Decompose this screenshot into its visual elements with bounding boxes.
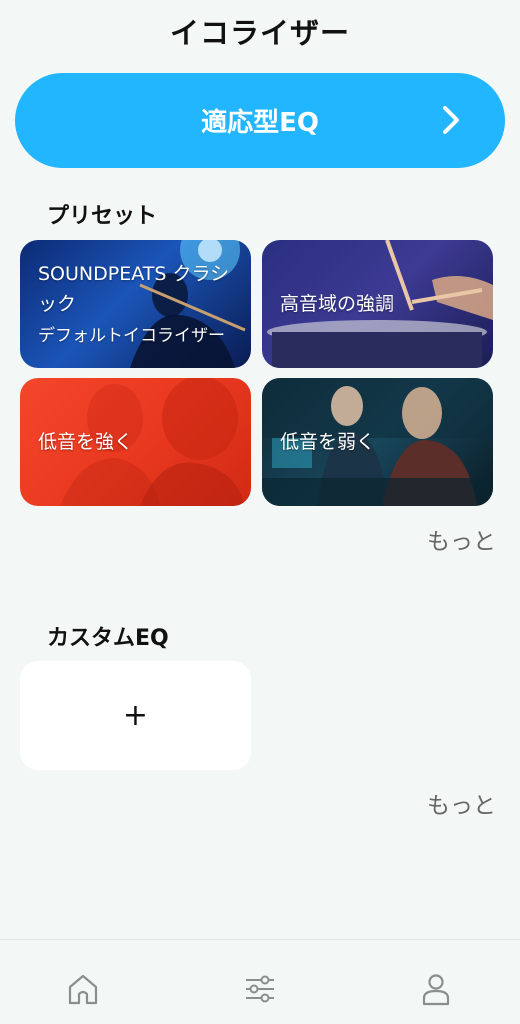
- presets-title: プリセット: [47, 204, 158, 229]
- preset-card-classic[interactable]: SOUNDPEATS クラシ ック デフォルトイコライザー: [20, 240, 251, 368]
- equalizer-icon[interactable]: [243, 972, 277, 1006]
- home-icon[interactable]: [66, 972, 100, 1006]
- preset-card-label: 低音を弱く: [280, 431, 376, 453]
- plus-icon: +: [122, 698, 149, 733]
- preset-card-label: 高音域の強調: [280, 293, 395, 315]
- preset-card-line: ック: [38, 293, 77, 315]
- adaptive-eq-button[interactable]: 適応型EQ: [15, 73, 505, 168]
- preset-card-subtitle: デフォルトイコライザー: [38, 326, 225, 346]
- profile-icon[interactable]: [419, 972, 453, 1006]
- bottom-nav: [0, 939, 520, 1024]
- add-custom-eq-button[interactable]: +: [20, 661, 251, 770]
- preset-card-bass-boost[interactable]: 低音を強く: [20, 378, 251, 506]
- adaptive-eq-label: 適応型EQ: [201, 108, 319, 138]
- preset-card-bass-reduce[interactable]: 低音を弱く: [262, 378, 493, 506]
- preset-card-treble-boost[interactable]: 高音域の強調: [262, 240, 493, 368]
- preset-card-label: 低音を強く: [38, 431, 134, 453]
- custom-more-link[interactable]: もっと: [427, 786, 496, 820]
- chevron-right-icon: [443, 106, 459, 134]
- preset-card-line: SOUNDPEATS クラシ: [38, 263, 230, 285]
- presets-more-link[interactable]: もっと: [427, 522, 496, 556]
- page-title: イコライザー: [169, 16, 350, 50]
- custom-eq-title: カスタムEQ: [47, 626, 169, 651]
